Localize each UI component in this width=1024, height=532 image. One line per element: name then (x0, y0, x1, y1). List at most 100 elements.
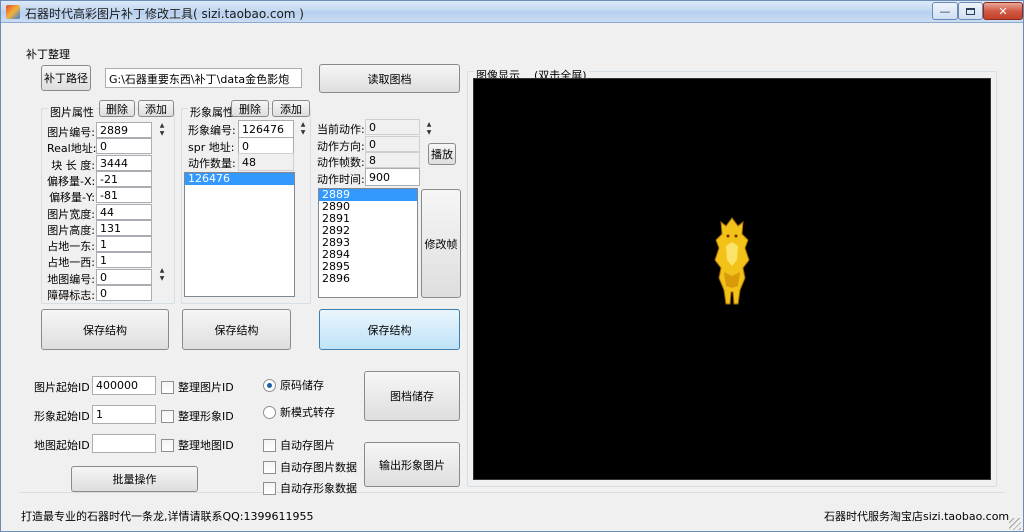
image-start-id-input[interactable]: 400000 (92, 376, 156, 395)
action-count-label: 动作数量: (188, 157, 236, 170)
map-id-checkbox[interactable]: 整理地图ID (161, 437, 234, 453)
image-field-input[interactable]: 131 (96, 220, 152, 236)
shape-start-id-label: 形象起始ID (34, 410, 90, 423)
frames-label: 动作帧数: (317, 156, 365, 169)
image-field-label: 图片宽度: (47, 208, 95, 221)
image-field-input[interactable]: -21 (96, 171, 152, 187)
image-save-button[interactable]: 保存结构 (41, 309, 169, 350)
image-field-input[interactable]: 3444 (96, 155, 152, 171)
original-save-radio[interactable]: 原码储存 (263, 377, 324, 393)
current-action-value: 0 (365, 119, 420, 135)
export-shape-image-button[interactable]: 输出形象图片 (364, 442, 460, 487)
current-action-label: 当前动作: (317, 123, 365, 136)
shape-start-id-input[interactable]: 1 (92, 405, 156, 424)
archive-save-button[interactable]: 图档储存 (364, 371, 460, 421)
action-count-value: 48 (238, 153, 294, 171)
maximize-button[interactable] (958, 2, 983, 20)
resize-grip-icon[interactable] (1009, 518, 1021, 530)
patch-path-input[interactable]: G:\石器重要东西\补丁\data金色影炮 (105, 68, 302, 88)
image-field-input[interactable]: 0 (96, 285, 152, 301)
checkbox-box[interactable] (161, 380, 174, 394)
image-field-label: 偏移量-X: (47, 175, 96, 188)
shape-list[interactable]: 126476 (184, 172, 295, 297)
direction-value: 0 (365, 136, 420, 152)
image-delete-button[interactable]: 删除 (99, 100, 135, 117)
checkbox-label: 整理形象ID (178, 410, 234, 423)
auto-save-image-data-checkbox[interactable]: 自动存图片数据 (263, 459, 357, 475)
shape-props-title: 形象属性 (188, 104, 236, 120)
frames-value: 8 (365, 152, 420, 168)
patch-path-button[interactable]: 补丁路径 (41, 65, 91, 91)
checkbox-box[interactable] (263, 438, 276, 452)
app-window: 石器时代高彩图片补丁修改工具( sizi.taobao.com ) — ✕ 补丁… (0, 0, 1024, 532)
radio-dot[interactable] (263, 405, 276, 419)
image-field-input[interactable]: 2889 (96, 122, 152, 138)
image-field-input[interactable]: 1 (96, 236, 152, 252)
minimize-icon: — (939, 4, 951, 18)
radio-label: 新模式转存 (280, 406, 335, 419)
sprite-image (714, 217, 750, 305)
image-field-label: 图片高度: (47, 224, 95, 237)
action-save-button[interactable]: 保存结构 (319, 309, 460, 350)
image-field-input[interactable]: -81 (96, 187, 152, 203)
image-field-label: 占地一西: (47, 256, 95, 269)
image-field-label: 图片编号: (47, 126, 95, 139)
checkbox-label: 整理图片ID (178, 381, 234, 394)
map-start-id-input[interactable] (92, 434, 156, 453)
auto-save-shape-data-checkbox[interactable]: 自动存形象数据 (263, 480, 357, 496)
shape-no-label: 形象编号: (188, 124, 236, 137)
status-bar: 打造最专业的石器时代一条龙,详情请联系QQ:1399611955 石器时代服务淘… (1, 498, 1023, 532)
new-mode-radio[interactable]: 新模式转存 (263, 404, 335, 420)
image-field-input[interactable]: 0 (96, 138, 152, 154)
shape-no-input[interactable]: 126476 (238, 120, 294, 138)
checkbox-label: 自动存图片 (280, 439, 335, 452)
edit-frame-button[interactable]: 修改帧 (421, 189, 461, 298)
image-field-input[interactable]: 0 (96, 269, 152, 285)
image-field-label: 地图编号: (47, 273, 95, 286)
shape-no-spinner[interactable]: ▲ ▼ (297, 121, 309, 139)
read-archive-button[interactable]: 读取图档 (319, 64, 460, 93)
current-action-spinner[interactable]: ▲ ▼ (423, 121, 435, 139)
batch-operation-button[interactable]: 批量操作 (71, 466, 198, 492)
image-no-spinner[interactable]: ▲ ▼ (156, 122, 168, 140)
image-field-input[interactable]: 44 (96, 204, 152, 220)
status-right: 石器时代服务淘宝店sizi.taobao.com (824, 510, 1010, 523)
list-item[interactable]: 126476 (185, 173, 294, 185)
checkbox-box[interactable] (263, 460, 276, 474)
frames-list[interactable]: 2889 2890 2891 2892 2893 2894 2895 2896 (318, 188, 418, 298)
image-add-button[interactable]: 添加 (138, 100, 174, 117)
play-button[interactable]: 播放 (428, 143, 456, 165)
auto-save-image-checkbox[interactable]: 自动存图片 (263, 437, 335, 453)
radio-dot[interactable] (263, 378, 276, 392)
status-left: 打造最专业的石器时代一条龙,详情请联系QQ:1399611955 (21, 510, 314, 523)
image-id-checkbox[interactable]: 整理图片ID (161, 379, 234, 395)
image-props-title: 图片属性 (48, 104, 96, 120)
shape-save-button[interactable]: 保存结构 (182, 309, 291, 350)
image-field-label: 偏移量-Y: (49, 191, 95, 204)
preview-canvas[interactable] (473, 78, 991, 480)
shape-id-checkbox[interactable]: 整理形象ID (161, 408, 234, 424)
minimize-button[interactable]: — (932, 2, 958, 20)
checkbox-box[interactable] (161, 409, 174, 423)
close-icon: ✕ (998, 4, 1008, 18)
shape-add-button[interactable]: 添加 (272, 100, 310, 117)
action-time-input[interactable]: 900 (365, 168, 420, 186)
map-no-spinner[interactable]: ▲ ▼ (156, 267, 168, 285)
checkbox-label: 整理地图ID (178, 439, 234, 452)
image-field-label: Real地址: (47, 142, 97, 155)
list-item[interactable]: 2896 (319, 273, 417, 285)
shape-delete-button[interactable]: 删除 (231, 100, 269, 117)
image-field-label: 块 长 度: (51, 159, 95, 172)
close-button[interactable]: ✕ (983, 2, 1023, 20)
radio-label: 原码储存 (280, 379, 324, 392)
image-field-input[interactable]: 1 (96, 252, 152, 268)
direction-label: 动作方向: (317, 140, 365, 153)
title-bar: 石器时代高彩图片补丁修改工具( sizi.taobao.com ) — ✕ (1, 1, 1023, 23)
app-icon (6, 5, 20, 19)
checkbox-box[interactable] (263, 481, 276, 495)
window-title: 石器时代高彩图片补丁修改工具( sizi.taobao.com ) (25, 7, 304, 21)
checkbox-label: 自动存图片数据 (280, 461, 357, 474)
checkbox-box[interactable] (161, 438, 174, 452)
spr-address-label: spr 地址: (188, 141, 235, 154)
image-start-id-label: 图片起始ID (34, 381, 90, 394)
